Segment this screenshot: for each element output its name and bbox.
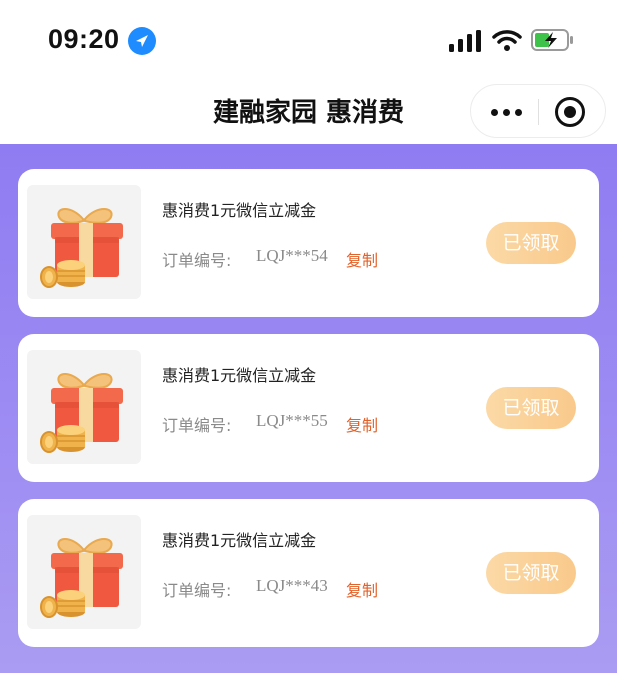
- voucher-title: 惠消费1元微信立减金: [162, 531, 317, 550]
- status-bar: 09:20: [0, 0, 617, 80]
- order-number-value: LQJ***54: [256, 246, 328, 265]
- nav-bar: 建融家园 惠消费: [0, 80, 617, 144]
- gift-box-coins-icon: [27, 350, 141, 464]
- order-number-label: 订单编号:: [162, 251, 232, 270]
- order-number-value: LQJ***43: [256, 576, 328, 595]
- voucher-card: 惠消费1元微信立减金 订单编号: LQJ***54 复制 已领取: [18, 169, 599, 317]
- claimed-button[interactable]: 已领取: [486, 222, 576, 264]
- gift-box-coins-icon: [27, 185, 141, 299]
- copy-order-link[interactable]: 复制: [346, 577, 378, 601]
- signal-icon: [449, 30, 483, 52]
- voucher-card: 惠消费1元微信立减金 订单编号: LQJ***43 复制 已领取: [18, 499, 599, 647]
- capsule-divider: [538, 99, 539, 125]
- more-dots-icon[interactable]: [481, 95, 531, 129]
- status-time: 09:20: [48, 24, 120, 54]
- copy-order-link[interactable]: 复制: [346, 247, 378, 271]
- claimed-button[interactable]: 已领取: [486, 387, 576, 429]
- mini-program-capsule: [470, 84, 606, 138]
- order-number-value: LQJ***55: [256, 411, 328, 430]
- wifi-icon: [492, 28, 522, 52]
- gift-box-coins-icon: [27, 515, 141, 629]
- order-number-label: 订单编号:: [162, 581, 232, 600]
- claimed-button[interactable]: 已领取: [486, 552, 576, 594]
- close-circle-icon[interactable]: [555, 97, 585, 127]
- voucher-card: 惠消费1元微信立减金 订单编号: LQJ***55 复制 已领取: [18, 334, 599, 482]
- voucher-title: 惠消费1元微信立减金: [162, 201, 317, 220]
- voucher-title: 惠消费1元微信立减金: [162, 366, 317, 385]
- location-arrow-icon: [128, 27, 156, 55]
- order-number-label: 订单编号:: [162, 416, 232, 435]
- voucher-list: 惠消费1元微信立减金 订单编号: LQJ***54 复制 已领取 惠消费1元微信…: [0, 144, 617, 673]
- copy-order-link[interactable]: 复制: [346, 412, 378, 436]
- battery-charging-icon: [531, 28, 575, 52]
